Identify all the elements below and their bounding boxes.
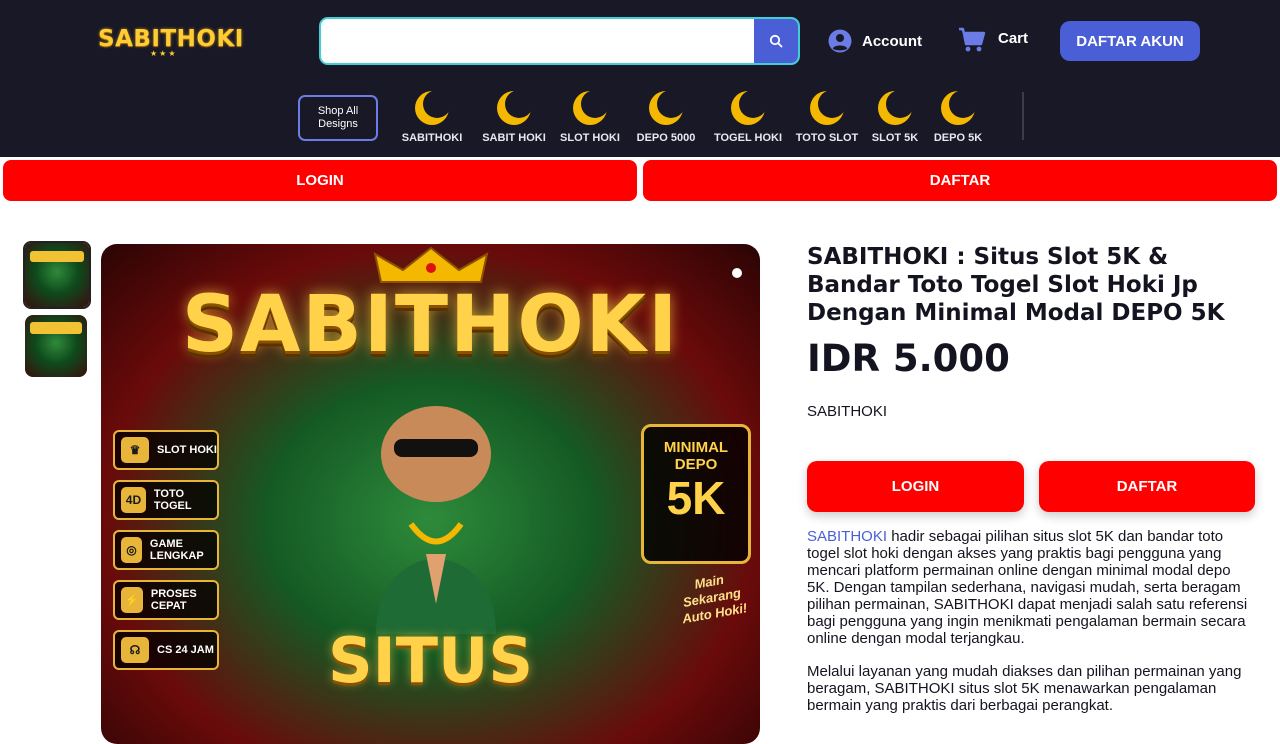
topbar-login-button[interactable]: LOGIN: [3, 160, 637, 201]
description-paragraph: SABITHOKI hadir sebagai pilihan situs sl…: [807, 528, 1257, 647]
account-link[interactable]: Account: [828, 28, 922, 54]
feature-proses-cepat: ⚡ PROSES CEPAT: [113, 580, 219, 620]
description-paragraph: Melalui layanan yang mudah diakses dan p…: [807, 663, 1242, 714]
feature-toto-togel: 4D TOTO TOGEL: [113, 480, 219, 520]
product-thumbnail-1[interactable]: [23, 241, 91, 309]
category-label: TOTO SLOT: [795, 132, 859, 144]
daftar-akun-button[interactable]: DAFTAR AKUN: [1060, 21, 1200, 61]
cart-link[interactable]: Cart: [958, 26, 1028, 54]
hero-title: SABITHOKI: [181, 280, 680, 370]
gamepad-icon: ◎: [121, 537, 142, 563]
cart-icon: [959, 27, 986, 52]
site-header: SABITHOKI ★★★ Account Cart DAFTAR AKUN S…: [0, 0, 1280, 157]
moon-icon: [649, 90, 685, 125]
minimal-depo-badge: MINIMAL DEPO 5K: [641, 424, 751, 564]
category-label: DEPO 5000: [636, 132, 696, 144]
daftar-button[interactable]: DAFTAR: [1039, 461, 1255, 512]
hero-bottom-text: SITUS: [327, 624, 533, 697]
category-label: TOGEL HOKI: [713, 132, 783, 144]
search-bar: [319, 17, 800, 65]
thumbnail-image: [25, 315, 87, 377]
feature-slot-hoki: ♛ SLOT HOKI: [113, 430, 219, 470]
category-sabit-hoki[interactable]: SABIT HOKI: [480, 88, 548, 150]
product-main-image[interactable]: SABITHOKI ♛ SLOT HOKI 4D TOTO TOGEL ◎ GA…: [101, 244, 760, 744]
category-label: SABIT HOKI: [482, 132, 546, 144]
product-price: IDR 5.000: [807, 337, 1010, 380]
category-depo-5000[interactable]: DEPO 5000: [632, 88, 700, 150]
topbar-daftar-button[interactable]: DAFTAR: [643, 160, 1277, 201]
category-label: SLOT 5K: [871, 132, 919, 144]
crown-icon: [373, 246, 489, 283]
search-button[interactable]: [754, 19, 798, 63]
product-description: SABITHOKI hadir sebagai pilihan situs sl…: [807, 528, 1257, 730]
category-sabithoki[interactable]: SABITHOKI: [395, 88, 469, 150]
account-label: Account: [862, 32, 922, 50]
category-depo-5k[interactable]: DEPO 5K: [932, 88, 984, 150]
category-toto-slot[interactable]: TOTO SLOT: [796, 88, 858, 150]
category-nav: SABITHOKI SABIT HOKI SLOT HOKI DEPO 5000…: [395, 88, 995, 150]
carousel-dot[interactable]: [732, 268, 742, 278]
category-label: SABITHOKI: [401, 132, 463, 144]
moon-icon: [878, 90, 914, 125]
minimal-depo-value: 5K: [666, 472, 726, 524]
crown-icon: ♛: [121, 437, 149, 463]
moon-icon: [810, 90, 846, 125]
category-slot-5k[interactable]: SLOT 5K: [869, 88, 921, 150]
mascot-image: [376, 406, 496, 634]
lightning-icon: ⚡: [121, 587, 143, 613]
category-togel-hoki[interactable]: TOGEL HOKI: [711, 88, 785, 150]
description-link[interactable]: SABITHOKI: [807, 528, 887, 545]
minimal-depo-label: MINIMAL DEPO: [663, 439, 729, 473]
product-thumbnail-2[interactable]: [25, 315, 87, 377]
category-label: DEPO 5K: [933, 132, 983, 144]
moon-icon: [731, 90, 767, 125]
search-icon: [769, 34, 783, 48]
4d-icon: 4D: [121, 487, 146, 513]
product-brand: SABITHOKI: [807, 403, 888, 420]
site-logo[interactable]: SABITHOKI ★★★: [98, 24, 273, 58]
nav-divider: [1022, 92, 1024, 140]
moon-icon: [497, 90, 533, 125]
logo-stars-icon: ★★★: [150, 49, 178, 58]
thumbnail-image: [25, 243, 89, 307]
hero-note: Main Sekarang Auto Hoki!: [681, 571, 749, 627]
description-text: hadir sebagai pilihan situs slot 5K dan …: [807, 528, 1248, 647]
category-label: SLOT HOKI: [560, 132, 620, 144]
feature-game-lengkap: ◎ GAME LENGKAP: [113, 530, 219, 570]
product-title: SABITHOKI : Situs Slot 5K & Bandar Toto …: [807, 244, 1225, 326]
user-icon: [828, 29, 852, 53]
cart-label: Cart: [998, 29, 1029, 47]
moon-icon: [573, 90, 609, 125]
category-slot-hoki[interactable]: SLOT HOKI: [559, 88, 621, 150]
search-input[interactable]: [321, 19, 754, 63]
shop-all-designs-button[interactable]: Shop All Designs: [298, 95, 378, 141]
moon-icon: [941, 90, 977, 125]
login-button[interactable]: LOGIN: [807, 461, 1024, 512]
moon-icon: [415, 90, 451, 125]
